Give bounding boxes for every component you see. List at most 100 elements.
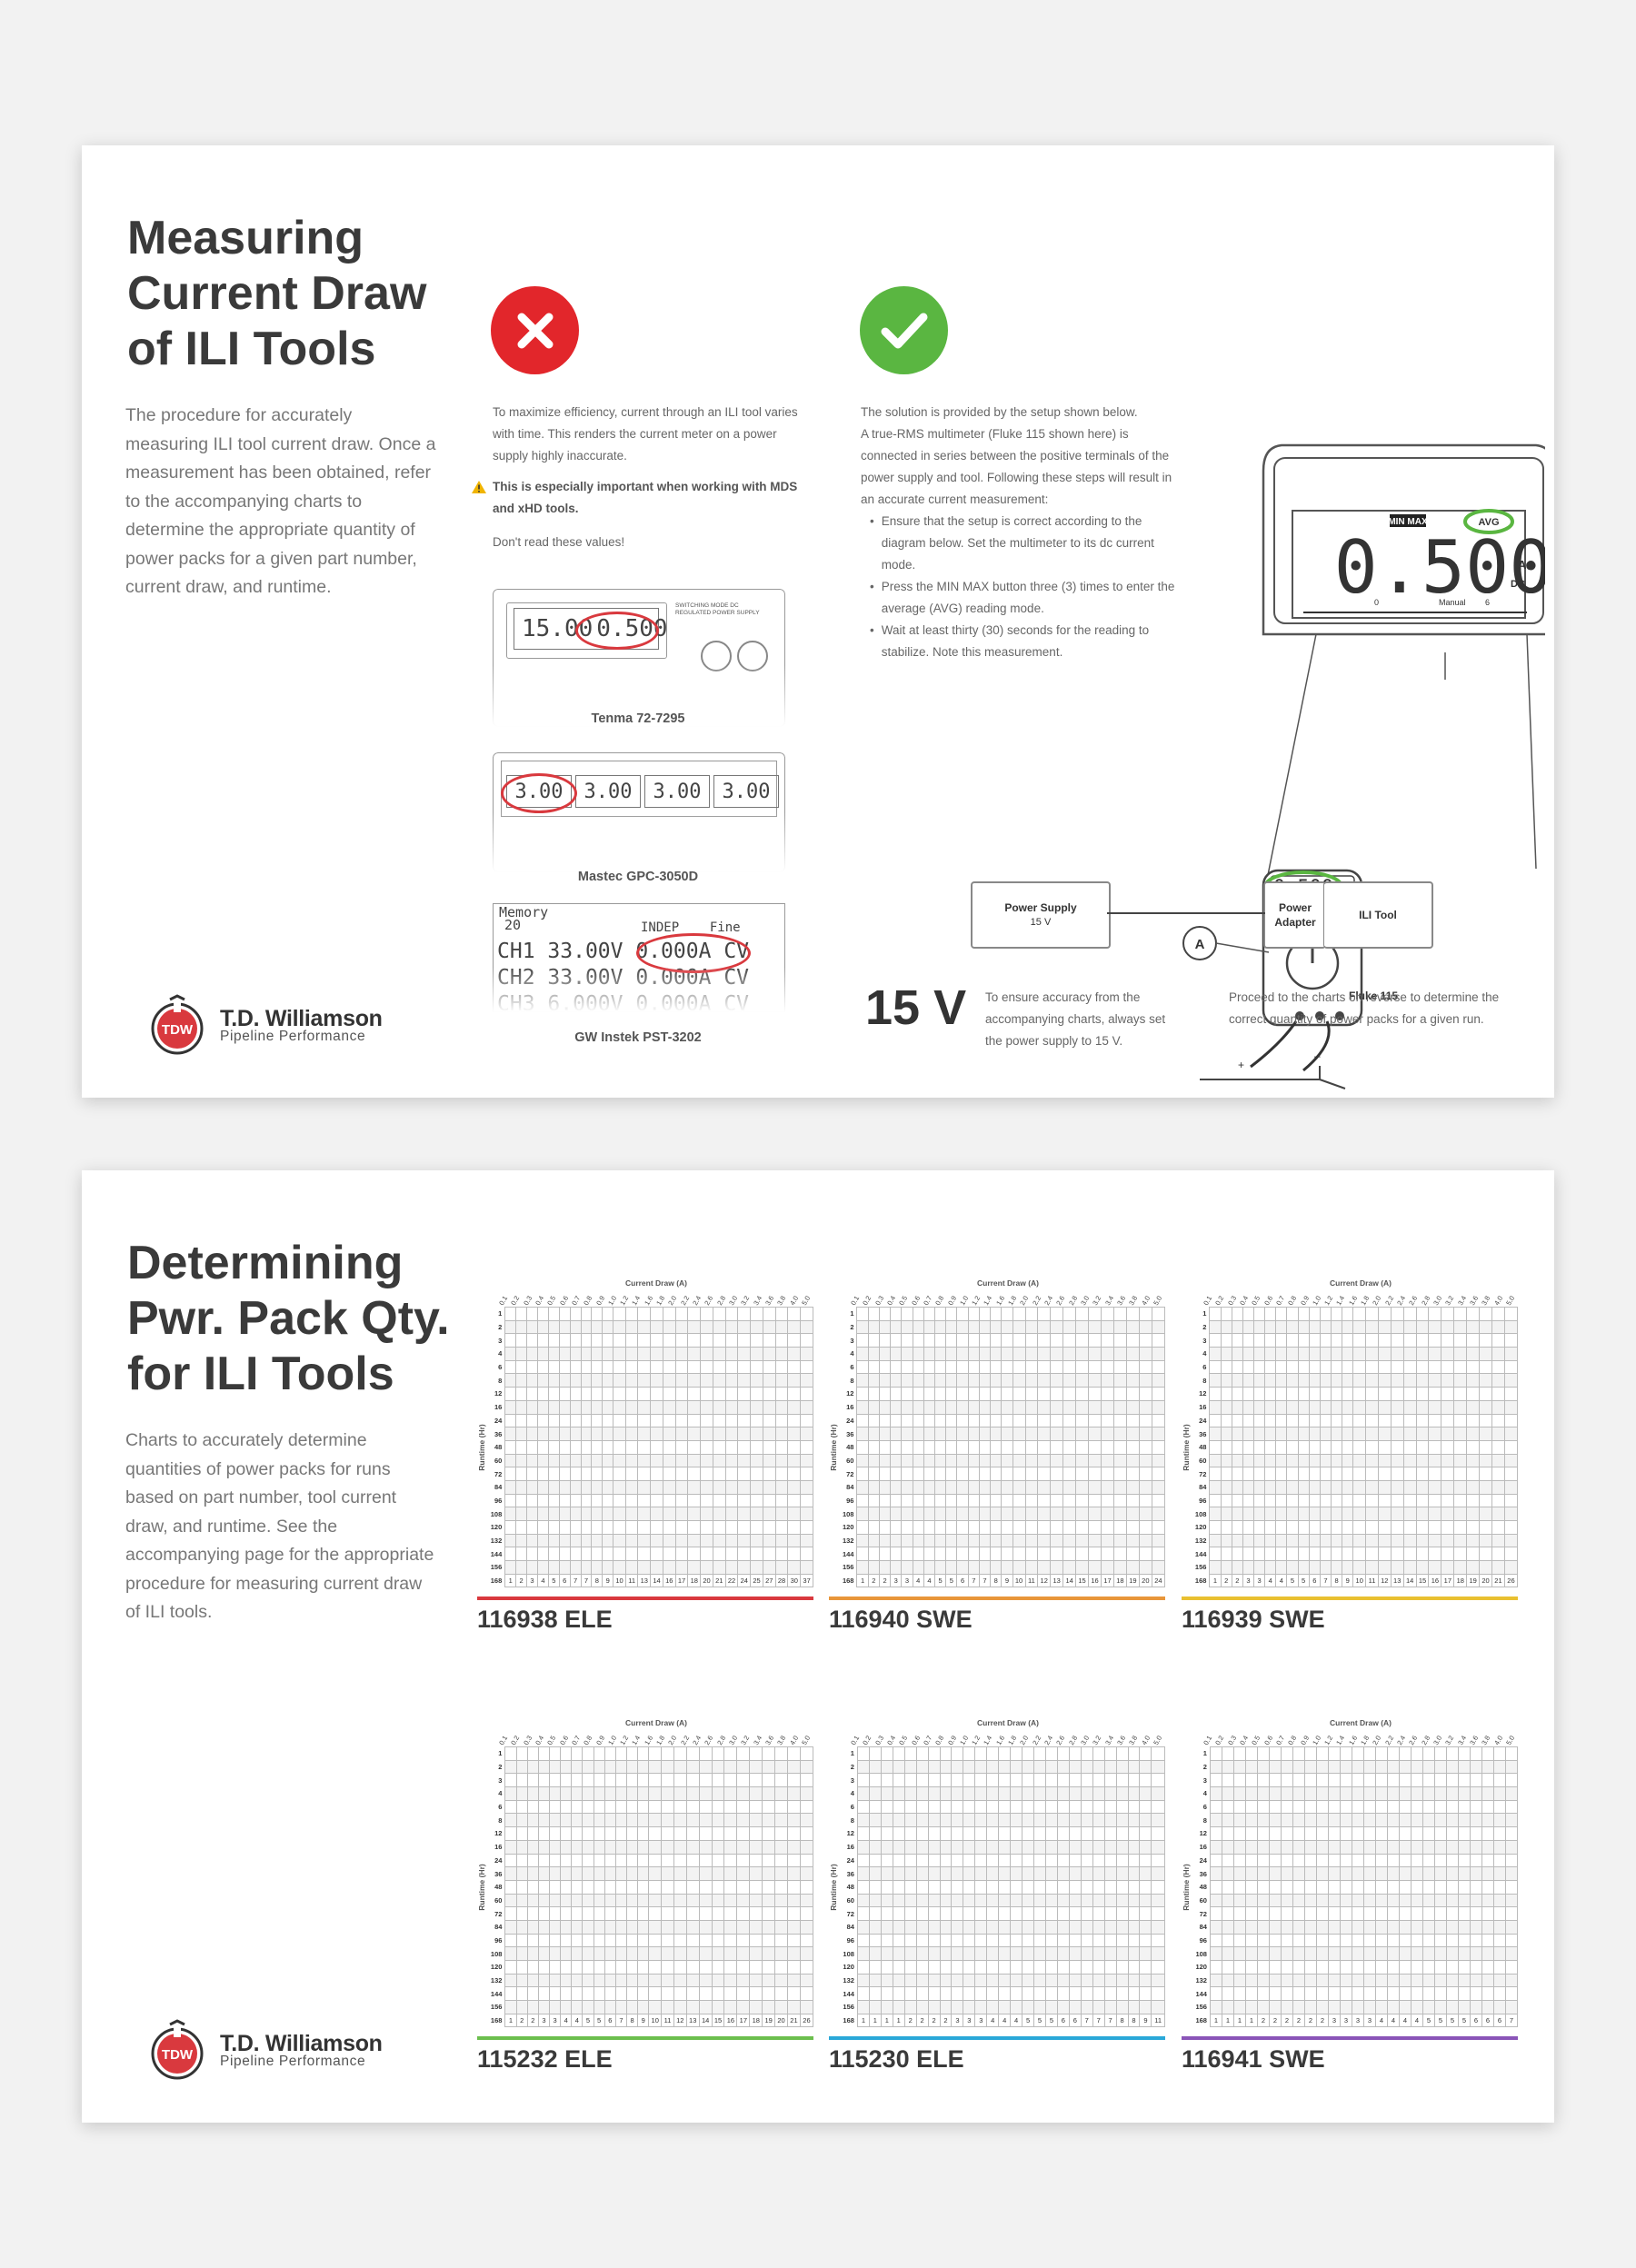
- pack-count-cell: [1080, 1746, 1093, 1761]
- pack-count-cell: 2: [903, 2013, 917, 2028]
- pack-count-cell: [1022, 1879, 1034, 1895]
- pack-count-cell: [892, 1826, 905, 1841]
- pack-count-cell: 30: [787, 1573, 802, 1588]
- pack-count-cell: [1469, 1946, 1482, 1961]
- pack-count-cell: [1252, 1373, 1266, 1388]
- pack-count-cell: [1221, 1799, 1234, 1815]
- pack-count-cell: 21: [787, 2013, 801, 2028]
- table-row: 84: [1192, 1919, 1519, 1935]
- pack-count-cell: [856, 1493, 869, 1508]
- pack-count-cell: [712, 1359, 726, 1375]
- pack-count-cell: [1244, 1839, 1258, 1855]
- pack-count-cell: [1445, 1946, 1459, 1961]
- pack-count-cell: [548, 1986, 562, 2002]
- pack-count-cell: [674, 1520, 689, 1535]
- table-row: 4: [839, 1786, 1165, 1801]
- pack-count-cell: [1231, 1307, 1243, 1321]
- pack-count-cell: [774, 1826, 788, 1841]
- pack-count-cell: [1453, 1399, 1468, 1415]
- pack-count-cell: [1422, 1759, 1435, 1775]
- x-tick-label: 3.6: [763, 1734, 776, 1746]
- pack-count-cell: [915, 1826, 929, 1841]
- pack-count-cell: 9: [1342, 1573, 1354, 1588]
- pack-count-cell: [1374, 1746, 1388, 1761]
- pack-count-cell: [602, 1319, 614, 1335]
- pack-count-cell: [673, 1906, 687, 1921]
- pack-count-cell: [685, 1786, 700, 1801]
- x-tick-label: 1.0: [1311, 1294, 1323, 1307]
- pack-count-cell: [558, 1333, 571, 1348]
- pack-count-cell: [737, 1307, 752, 1321]
- runtime-label: 2: [850, 1763, 854, 1772]
- pack-count-cell: [515, 1387, 528, 1401]
- pack-count-cell: [736, 1813, 751, 1828]
- pack-count-cell: [737, 1560, 752, 1575]
- pack-count-cell: [1351, 1839, 1364, 1855]
- pack-count-cell: [674, 1547, 689, 1562]
- pack-count-cell: 5: [1457, 2013, 1471, 2028]
- pack-count-cell: [1342, 1387, 1354, 1401]
- x-tick-label: 4.0: [1491, 1734, 1504, 1746]
- pack-count-cell: [1377, 1533, 1392, 1548]
- table-row: 168 1 2 2 3 3 4 4 5 5 6 7 8 9 10 11 12 13 14 15 16 17 18 19 20 21…: [487, 2013, 814, 2028]
- pack-count-cell: [1037, 1467, 1052, 1481]
- charts-intro: Charts to accurately determine quantitie…: [125, 1430, 434, 1622]
- pack-count-cell: [614, 1906, 627, 1921]
- pack-count-cell: 11: [1365, 1573, 1379, 1588]
- pack-count-cell: [901, 1533, 913, 1548]
- table-row: 4: [487, 1786, 814, 1801]
- pack-count-cell: [1365, 1373, 1379, 1388]
- pack-count-cell: [990, 1387, 1003, 1401]
- runtime-label: 132: [1195, 1976, 1207, 1985]
- table-row: 6: [1192, 1799, 1519, 1815]
- pack-count-cell: [1319, 1373, 1332, 1388]
- pack-count-cell: [736, 1826, 751, 1841]
- x-tick-label: 0.9: [945, 1294, 958, 1307]
- pack-count-cell: [978, 1439, 992, 1455]
- pack-count-cell: [1292, 1973, 1305, 1988]
- pack-count-cell: [1491, 1533, 1505, 1548]
- table-row: 4: [1192, 1347, 1519, 1361]
- pack-count-cell: [637, 1479, 652, 1495]
- pack-count-cell: [537, 1826, 551, 1841]
- pack-count-cell: [1139, 1933, 1152, 1948]
- pack-count-cell: [1022, 1839, 1034, 1855]
- x-tick-label: 0.1: [497, 1294, 510, 1307]
- pack-count-cell: [1037, 1547, 1052, 1562]
- pack-count-cell: [915, 1933, 929, 1948]
- pack-count-cell: [1351, 1866, 1364, 1881]
- pack-count-cell: [602, 1520, 614, 1535]
- pack-count-cell: [614, 1919, 627, 1935]
- pack-count-cell: [934, 1359, 947, 1375]
- pack-count-cell: [1231, 1453, 1243, 1468]
- pack-count-cell: [698, 1799, 713, 1815]
- pack-count-cell: [637, 1359, 652, 1375]
- pack-count-cell: [799, 1973, 814, 1988]
- pack-count-cell: [1024, 1493, 1039, 1508]
- pack-count-cell: [1056, 1786, 1070, 1801]
- pack-count-cell: [856, 1413, 869, 1428]
- pack-count-cell: [724, 1439, 739, 1455]
- pack-count-cell: [1103, 1933, 1117, 1948]
- pack-count-cell: [580, 1507, 593, 1521]
- pack-count-cell: [1303, 1853, 1317, 1868]
- pack-count-cell: [1428, 1507, 1442, 1521]
- pack-count-cell: [625, 1946, 639, 1961]
- pack-count-cell: [569, 1533, 582, 1548]
- pack-count-cell: [963, 1746, 976, 1761]
- pack-count-cell: [637, 1893, 650, 1908]
- pack-count-cell: [582, 1973, 594, 1988]
- pack-count-cell: 4: [912, 1573, 924, 1588]
- pack-count-cell: [1151, 1533, 1166, 1548]
- pack-count-cell: [1275, 1387, 1288, 1401]
- pack-count-cell: [762, 1773, 776, 1788]
- pack-count-cell: [504, 1986, 517, 2002]
- pack-count-cell: [878, 1507, 892, 1521]
- pack-count-cell: [1112, 1319, 1127, 1335]
- pack-count-cell: [604, 1986, 616, 2002]
- pack-count-cell: [1339, 1893, 1352, 1908]
- pack-count-cell: [1151, 1493, 1166, 1508]
- pack-count-cell: [614, 1960, 627, 1975]
- pack-count-cell: 12: [673, 2013, 687, 2028]
- pack-count-cell: [558, 1453, 571, 1468]
